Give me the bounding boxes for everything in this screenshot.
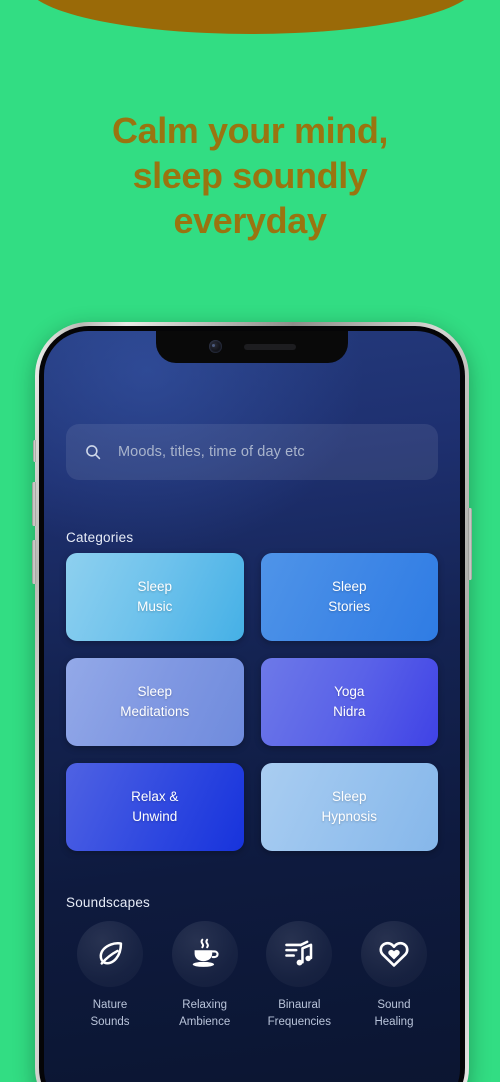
soundscape-item-binaural-frequencies[interactable]: Binaural Frequencies [255,921,343,1032]
category-card-sleep-music[interactable]: Sleep Music [66,553,244,641]
soundscape-item-nature-sounds[interactable]: Nature Sounds [66,921,154,1032]
search-placeholder-text: Moods, titles, time of day etc [118,444,305,460]
phone-mockup: Moods, titles, time of day etc Categorie… [32,322,472,1082]
phone-notch [156,331,348,363]
category-card-line-2: Stories [328,599,371,614]
power-button[interactable] [468,508,472,580]
category-card-line-2: Music [137,599,173,614]
app-screen: Moods, titles, time of day etc Categorie… [44,331,460,1082]
soundscape-label-line-1: Binaural [278,999,321,1011]
soundscape-label: Sound Healing [374,997,413,1032]
category-card-line-2: Meditations [120,704,190,719]
category-card-line-2: Unwind [132,809,178,824]
soundscape-label-line-1: Relaxing [182,999,228,1011]
volume-up-button[interactable] [32,482,36,526]
soundscape-label-line-2: Healing [374,1016,414,1029]
category-card-line-2: Hypnosis [321,809,378,824]
leaf-icon [94,938,126,970]
soundscape-label: Nature Sounds [90,997,129,1032]
soundscape-label: Relaxing Ambience [179,997,230,1032]
category-card-line-1: Sleep [137,684,173,700]
categories-grid: Sleep Music Sleep Stories Sleep Meditati… [66,553,438,851]
soundscape-label-line-1: Nature [92,999,128,1011]
soundscape-icon-circle [360,921,427,987]
category-card-line-1: Relax & [131,789,179,805]
category-card-line-1: Sleep [331,789,367,805]
soundscape-label-line-2: Sounds [90,1016,130,1029]
category-card-line-1: Yoga [334,684,365,700]
coffee-cup-icon [189,938,221,970]
soundscape-label-line-2: Frequencies [267,1016,331,1029]
category-card-yoga-nidra[interactable]: Yoga Nidra [260,658,438,746]
category-card-sleep-stories[interactable]: Sleep Stories [260,553,438,641]
music-waves-icon [283,938,315,970]
categories-section-title: Categories [66,530,134,545]
search-input[interactable]: Moods, titles, time of day etc [66,424,438,480]
soundscape-icon-circle [77,921,143,987]
soundscapes-row: Nature Sounds Relaxing Ambience Binaural… [66,921,438,1032]
page-title: Calm your mind, sleep soundly everyday [0,108,500,243]
category-card-line-1: Sleep [331,579,367,595]
soundscape-item-relaxing-ambience[interactable]: Relaxing Ambience [161,921,249,1032]
soundscape-label-line-1: Sound [377,999,411,1011]
category-card-sleep-hypnosis[interactable]: Sleep Hypnosis [260,763,438,851]
soundscape-item-sound-healing[interactable]: Sound Healing [350,921,438,1032]
front-camera-icon [208,340,222,353]
category-card-relax-unwind[interactable]: Relax & Unwind [66,763,244,851]
category-card-sleep-meditations[interactable]: Sleep Meditations [66,658,244,746]
double-heart-icon [378,938,410,970]
headline-line-1: Calm your mind, [111,110,389,151]
decorative-top-ellipse [26,0,476,34]
search-icon [84,443,102,461]
soundscape-label-line-2: Ambience [179,1016,231,1029]
soundscape-icon-circle [266,921,333,987]
soundscapes-section-title: Soundscapes [66,895,151,910]
headline-line-2: sleep soundly [132,155,368,196]
category-card-line-2: Nidra [333,704,366,719]
headline-line-3: everyday [173,200,327,241]
earpiece-speaker-icon [243,343,296,350]
volume-down-button[interactable] [32,540,36,584]
soundscape-label: Binaural Frequencies [268,997,331,1032]
silent-switch[interactable] [33,440,36,462]
phone-screen: Moods, titles, time of day etc Categorie… [44,331,460,1082]
soundscape-icon-circle [171,921,238,987]
category-card-line-1: Sleep [137,579,173,595]
